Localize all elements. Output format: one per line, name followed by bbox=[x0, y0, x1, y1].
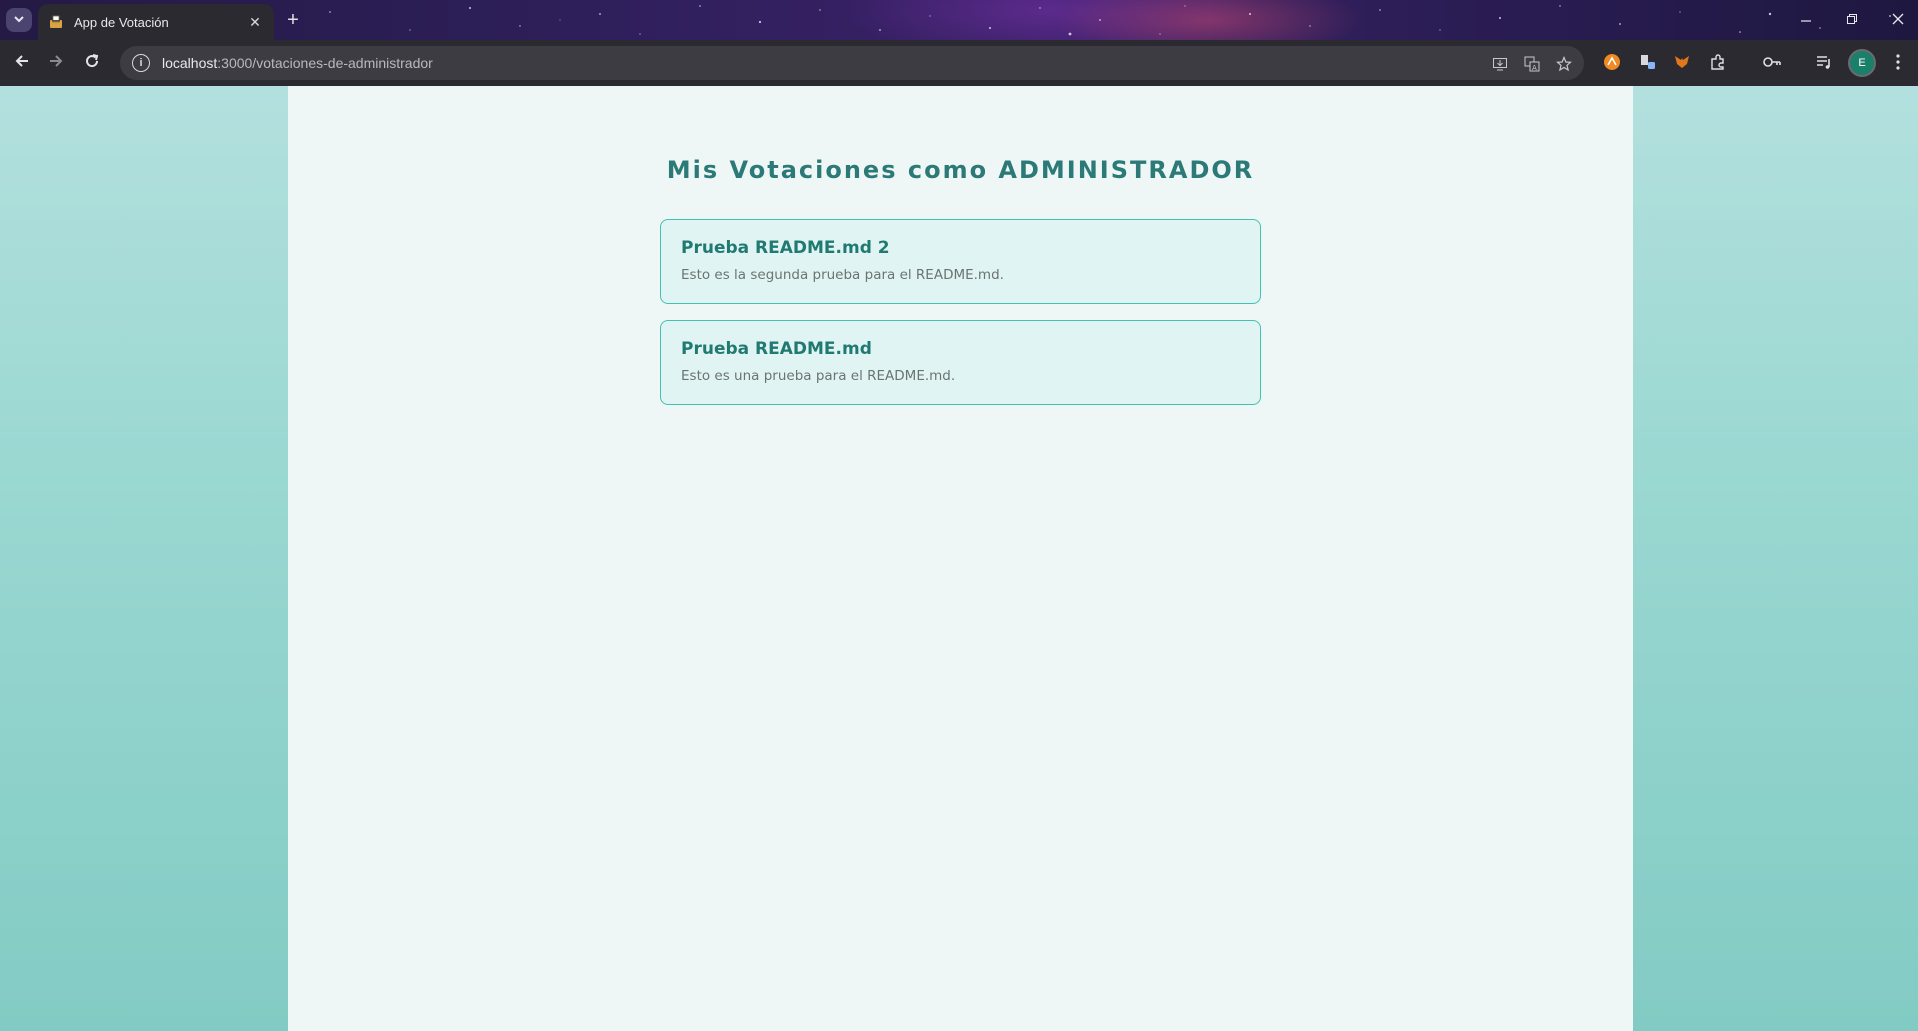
reload-icon bbox=[84, 53, 100, 74]
new-tab-button[interactable]: + bbox=[282, 8, 304, 32]
back-button[interactable] bbox=[8, 50, 36, 76]
minimize-icon bbox=[1800, 12, 1812, 28]
arrow-left-icon bbox=[14, 53, 30, 74]
ballot-box-icon bbox=[48, 14, 64, 30]
url-path: :3000/votaciones-de-administrador bbox=[217, 55, 433, 71]
info-icon[interactable]: i bbox=[132, 54, 150, 72]
translate-icon[interactable]: A bbox=[1522, 54, 1542, 74]
svg-text:A: A bbox=[1532, 64, 1537, 72]
url-text: localhost:3000/votaciones-de-administrad… bbox=[162, 55, 433, 71]
extension-orange-icon[interactable] bbox=[1600, 50, 1624, 74]
vote-card[interactable]: Prueba README.md 2 Esto es la segunda pr… bbox=[660, 219, 1261, 304]
vote-title: Prueba README.md bbox=[681, 339, 872, 359]
browser-toolbar: i localhost:3000/votaciones-de-administr… bbox=[0, 40, 1918, 86]
vote-description: Esto es una prueba para el README.md. bbox=[681, 368, 956, 384]
main-panel: Mis Votaciones como ADMINISTRADOR Prueba… bbox=[288, 86, 1633, 1031]
star-icon[interactable] bbox=[1554, 54, 1574, 74]
vote-card[interactable]: Prueba README.md Esto es una prueba para… bbox=[660, 320, 1261, 405]
restore-button[interactable] bbox=[1832, 6, 1872, 34]
close-icon[interactable]: ✕ bbox=[246, 13, 264, 31]
minimize-button[interactable] bbox=[1786, 6, 1826, 34]
url-host: localhost bbox=[162, 55, 218, 71]
close-icon bbox=[1892, 12, 1904, 28]
reload-button[interactable] bbox=[78, 50, 106, 76]
page-title: Mis Votaciones como ADMINISTRADOR bbox=[666, 156, 1255, 184]
forward-button[interactable] bbox=[42, 50, 70, 76]
kebab-menu-icon[interactable] bbox=[1886, 50, 1910, 74]
metamask-fox-icon[interactable] bbox=[1670, 50, 1694, 74]
tab-title: App de Votación bbox=[74, 14, 169, 30]
restore-icon bbox=[1846, 12, 1858, 28]
tab-search-button[interactable] bbox=[6, 8, 32, 32]
arrow-right-icon bbox=[48, 53, 64, 74]
page-viewport: Mis Votaciones como ADMINISTRADOR Prueba… bbox=[0, 86, 1918, 1031]
chevron-down-icon bbox=[13, 13, 25, 28]
browser-chrome: App de Votación ✕ + i localhost:3000/vot… bbox=[0, 0, 1918, 86]
puzzle-icon[interactable] bbox=[1706, 50, 1730, 74]
install-app-icon[interactable] bbox=[1490, 54, 1510, 74]
vote-description: Esto es la segunda prueba para el README… bbox=[681, 267, 1004, 283]
extension-docs-icon[interactable] bbox=[1636, 50, 1660, 74]
avatar[interactable]: E bbox=[1848, 49, 1876, 77]
media-control-icon[interactable] bbox=[1812, 50, 1836, 74]
close-window-button[interactable] bbox=[1878, 6, 1918, 34]
vote-list: Prueba README.md 2 Esto es la segunda pr… bbox=[660, 219, 1261, 421]
tab-active[interactable]: App de Votación ✕ bbox=[38, 4, 274, 40]
key-icon[interactable] bbox=[1760, 50, 1784, 74]
vote-title: Prueba README.md 2 bbox=[681, 238, 890, 258]
tab-strip: App de Votación ✕ + bbox=[0, 0, 1918, 40]
address-bar[interactable]: i localhost:3000/votaciones-de-administr… bbox=[120, 46, 1584, 80]
